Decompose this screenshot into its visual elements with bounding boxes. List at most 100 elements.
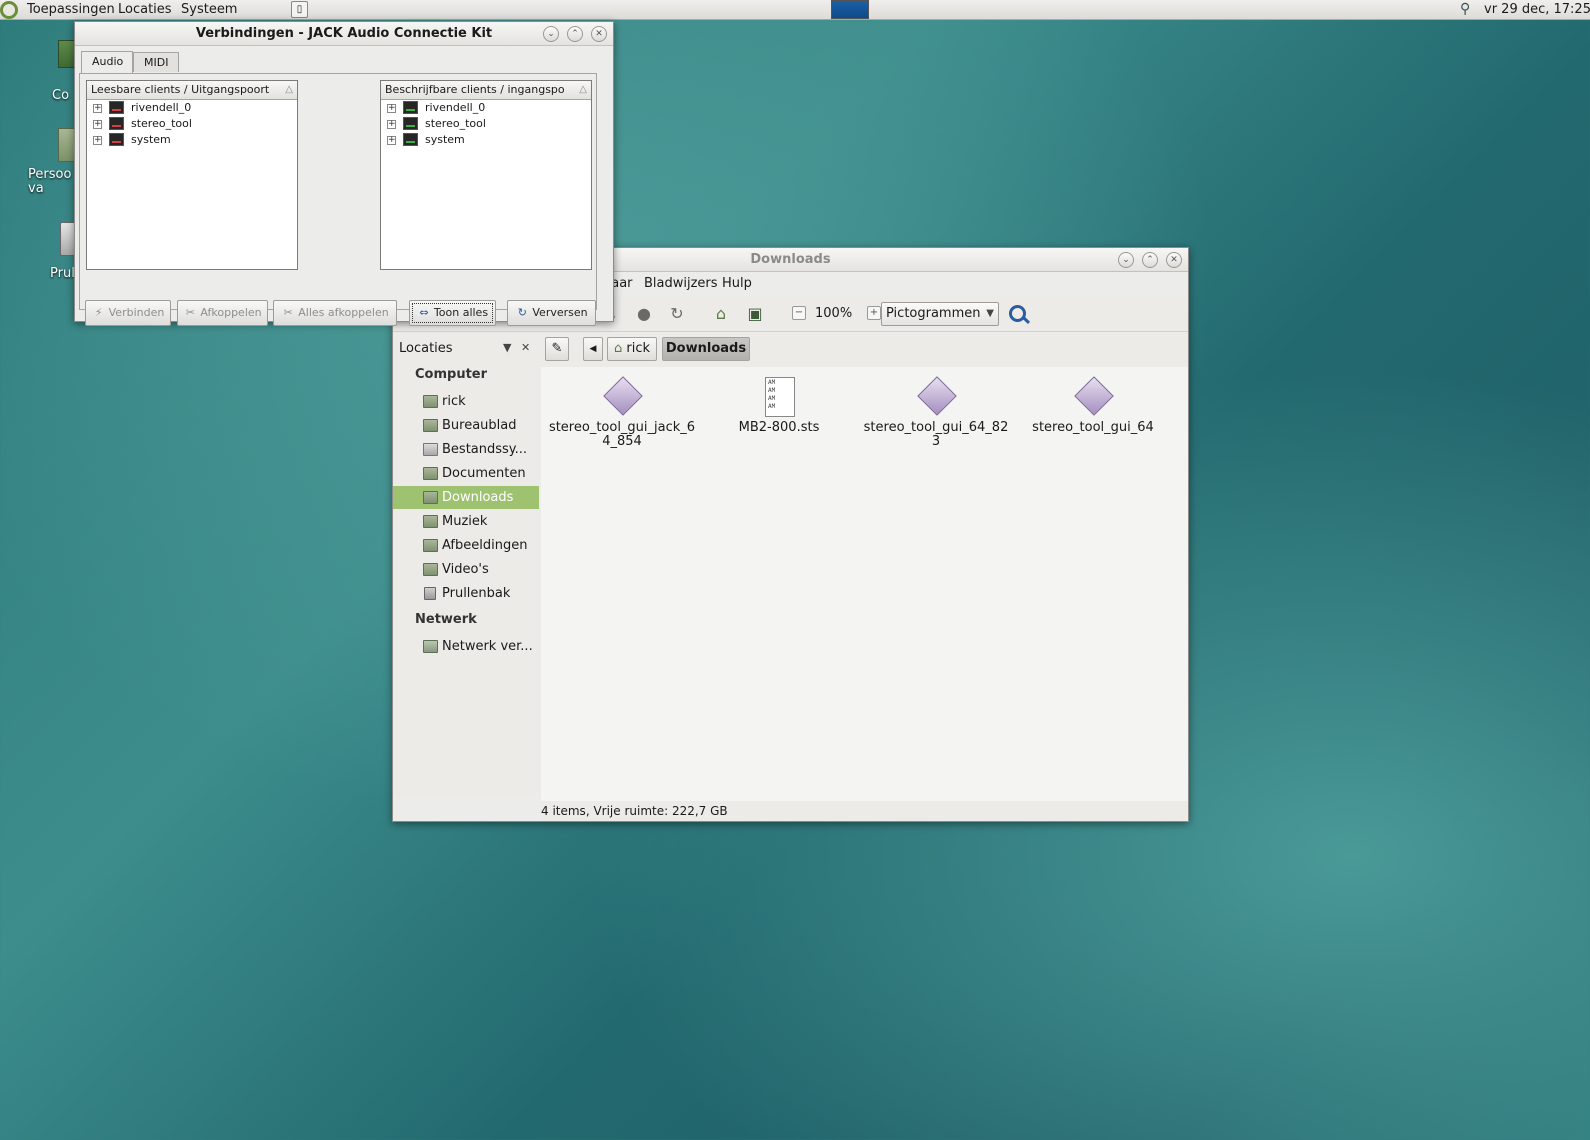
zoom-in-icon[interactable]: + — [867, 306, 881, 320]
path-bar: ✎ ◀ ⌂ rick Downloads — [541, 333, 1188, 367]
minimize-icon[interactable]: ⌄ — [1118, 252, 1134, 268]
jack-titlebar[interactable]: Verbindingen - JACK Audio Connectie Kit … — [75, 22, 613, 46]
sidebar-item-pictures[interactable]: Afbeeldingen — [393, 534, 539, 557]
audio-client-icon — [109, 133, 124, 146]
zoom-level[interactable]: 100% — [815, 296, 852, 332]
executable-file-icon — [1075, 377, 1111, 417]
folder-icon — [423, 515, 438, 528]
status-bar: 4 items, Vrije ruimte: 222,7 GB — [541, 801, 1188, 821]
audio-client-icon — [403, 117, 418, 130]
unplug-icon: ✂ — [185, 306, 195, 319]
executable-file-icon — [604, 377, 640, 417]
text-file-icon — [761, 377, 797, 417]
distro-logo-icon[interactable] — [0, 1, 18, 19]
view-mode-select[interactable]: Pictogrammen ▼ — [881, 302, 999, 326]
expand-icon[interactable]: + — [387, 120, 396, 129]
plug-icon: ⚡ — [94, 306, 103, 319]
trash-icon — [424, 587, 436, 600]
sidebar-item-trash[interactable]: Prullenbak — [393, 582, 539, 605]
client-row[interactable]: + system — [87, 132, 297, 148]
client-row[interactable]: + rivendell_0 — [381, 100, 591, 116]
window-title: Downloads — [750, 252, 831, 267]
file-item[interactable]: stereo_tool_gui_64_823 — [861, 373, 1011, 449]
readable-clients-list[interactable]: Leesbare clients / Uitgangspoort △ + rive… — [86, 80, 298, 270]
client-row[interactable]: + rivendell_0 — [87, 100, 297, 116]
reload-icon[interactable]: ↻ — [667, 304, 687, 324]
chevron-down-icon: ▼ — [986, 308, 994, 319]
sidebar-item-videos[interactable]: Video's — [393, 558, 539, 581]
executable-file-icon — [918, 377, 954, 417]
file-view: stereo_tool_gui_jack_64_854 MB2-800.sts … — [541, 367, 1188, 801]
sidebar-item-filesystem[interactable]: Bestandssy... — [393, 438, 539, 461]
maximize-icon[interactable]: ⌃ — [567, 26, 583, 42]
workspace-thumbnail[interactable] — [831, 0, 869, 19]
sidebar-dropdown-icon[interactable]: ▼ — [503, 341, 511, 354]
client-row[interactable]: + stereo_tool — [381, 116, 591, 132]
menu-bookmarks[interactable]: Bladwijzers — [644, 272, 718, 296]
maximize-icon[interactable]: ⌃ — [1142, 252, 1158, 268]
sidebar-close-icon[interactable]: ✕ — [521, 341, 530, 354]
close-icon[interactable]: ✕ — [1166, 252, 1182, 268]
menu-system[interactable]: Systeem — [181, 0, 237, 20]
expand-icon[interactable]: + — [387, 136, 396, 145]
home-icon[interactable]: ⌂ — [711, 304, 731, 324]
clock[interactable]: vr 29 dec, 17:25 — [1484, 0, 1590, 20]
file-item[interactable]: stereo_tool_gui_jack_64_854 — [547, 373, 697, 449]
expand-icon[interactable]: + — [93, 120, 102, 129]
launcher-icon[interactable]: ▯ — [291, 1, 308, 18]
top-panel: Toepassingen Locaties Systeem ▯ ⚲ vr 29 … — [0, 0, 1590, 20]
folder-icon — [423, 491, 438, 504]
file-name: stereo_tool_gui_64_823 — [863, 420, 1009, 449]
file-name: MB2-800.sts — [738, 420, 820, 435]
refresh-button[interactable]: ↻ Verversen — [507, 300, 596, 326]
disconnect-button[interactable]: ✂ Afkoppelen — [177, 300, 268, 326]
tab-midi[interactable]: MIDI — [133, 52, 179, 72]
close-icon[interactable]: ✕ — [591, 26, 607, 42]
path-button-downloads[interactable]: Downloads — [662, 337, 750, 361]
audio-client-icon — [109, 101, 124, 114]
writable-clients-list[interactable]: Beschrijfbare clients / ingangspo △ + riv… — [380, 80, 592, 270]
readable-clients-header[interactable]: Leesbare clients / Uitgangspoort △ — [87, 81, 297, 100]
file-manager-window: Downloads ⌄ ⌃ ✕ naar Bladwijzers Hulp ✎ … — [392, 247, 1189, 822]
folder-icon — [423, 467, 438, 480]
audio-client-icon — [403, 101, 418, 114]
drive-icon — [423, 443, 438, 456]
desktop-icon-home[interactable]: Persoo va — [28, 128, 80, 198]
connect-button[interactable]: ⚡ Verbinden — [85, 300, 171, 326]
sidebar-section-computer: Computer — [415, 367, 488, 382]
sidebar-item-network[interactable]: Netwerk ver... — [393, 635, 539, 658]
expand-all-icon: ⇔ — [419, 306, 429, 319]
sidebar-item-desktop[interactable]: Bureaublad — [393, 414, 539, 437]
network-status-icon[interactable]: ⚲ — [1460, 0, 1478, 19]
client-row[interactable]: + stereo_tool — [87, 116, 297, 132]
sidebar-item-music[interactable]: Muziek — [393, 510, 539, 533]
sidebar-header[interactable]: Locaties — [399, 341, 453, 356]
location-edit-icon[interactable]: ✎ — [545, 337, 569, 361]
search-icon[interactable] — [1009, 305, 1026, 322]
file-item[interactable]: MB2-800.sts — [704, 373, 854, 435]
stop-icon[interactable]: ● — [634, 304, 654, 324]
client-row[interactable]: + system — [381, 132, 591, 148]
menu-applications[interactable]: Toepassingen — [27, 0, 115, 20]
expand-icon[interactable]: + — [93, 136, 102, 145]
sidebar-item-downloads[interactable]: Downloads — [393, 486, 539, 509]
path-button-rick[interactable]: ⌂ rick — [607, 337, 657, 361]
expand-icon[interactable]: + — [387, 104, 396, 113]
file-name: stereo_tool_gui_jack_64_854 — [548, 420, 696, 449]
zoom-out-icon[interactable]: − — [792, 306, 806, 320]
sidebar-item-rick[interactable]: rick — [393, 390, 539, 413]
writable-clients-header[interactable]: Beschrijfbare clients / ingangspo △ — [381, 81, 591, 100]
menu-help[interactable]: Hulp — [722, 272, 752, 296]
folder-icon — [423, 419, 438, 432]
expand-icon[interactable]: + — [93, 104, 102, 113]
minimize-icon[interactable]: ⌄ — [543, 26, 559, 42]
path-back-icon[interactable]: ◀ — [583, 337, 603, 361]
file-item[interactable]: stereo_tool_gui_64 — [1018, 373, 1168, 435]
sidebar-section-network: Netwerk — [415, 612, 477, 627]
tab-audio[interactable]: Audio — [81, 51, 133, 73]
show-all-button[interactable]: ⇔ Toon alles — [409, 300, 496, 326]
menu-places[interactable]: Locaties — [118, 0, 172, 20]
disconnect-all-button[interactable]: ✂ Alles afkoppelen — [273, 300, 397, 326]
computer-icon[interactable]: ▣ — [745, 304, 765, 324]
sidebar-item-documents[interactable]: Documenten — [393, 462, 539, 485]
